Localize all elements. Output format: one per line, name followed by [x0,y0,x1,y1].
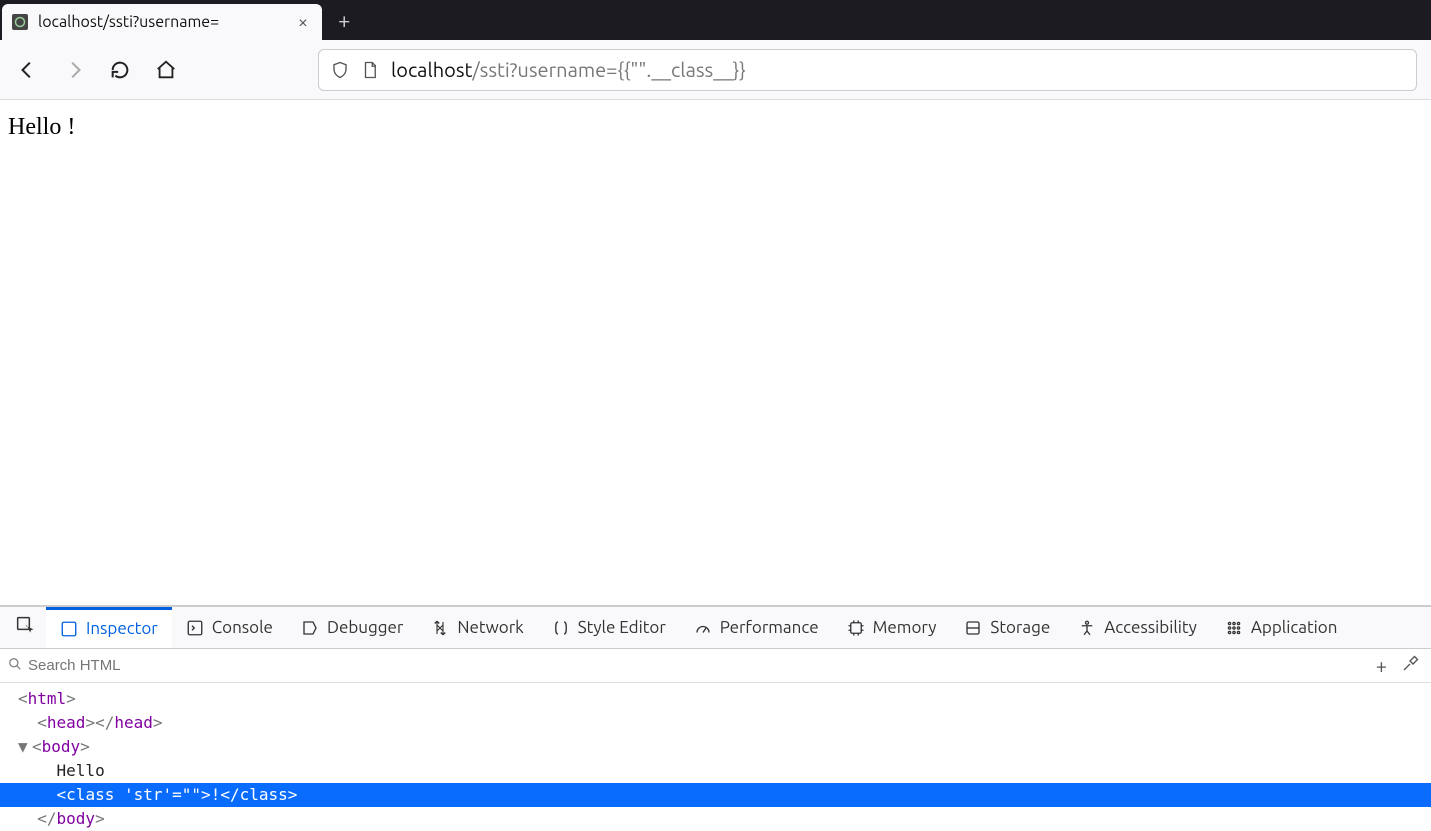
tab-debugger[interactable]: Debugger [287,607,417,648]
new-tab-button[interactable]: + [322,8,366,33]
tab-debugger-label: Debugger [327,618,403,637]
url-path: /ssti?username={{"".__class__}} [472,58,745,81]
tab-network-label: Network [457,618,523,637]
tab-favicon [12,14,28,30]
tab-memory-label: Memory [873,618,937,637]
tab-performance[interactable]: Performance [680,607,833,648]
url-bar[interactable]: localhost/ssti?username={{"".__class__}} [318,49,1417,91]
forward-button[interactable] [60,56,88,84]
tab-storage[interactable]: Storage [950,607,1064,648]
devtools-tabbar: Inspector Console Debugger Network Style… [0,607,1431,649]
devtools-search-bar: + [0,649,1431,683]
tab-accessibility[interactable]: Accessibility [1064,607,1211,648]
tab-style-editor[interactable]: Style Editor [538,607,680,648]
tab-inspector[interactable]: Inspector [46,607,172,648]
tree-line-selected[interactable]: <class 'str'="">!</class> [0,783,1431,807]
tab-storage-label: Storage [990,618,1050,637]
tab-bar: localhost/ssti?username= × + [0,0,1431,40]
url-host: localhost [391,58,472,81]
tab-inspector-label: Inspector [86,619,158,638]
page-icon [361,61,379,79]
tree-line[interactable]: <head></head> [0,711,1431,735]
home-button[interactable] [152,56,180,84]
tree-line[interactable]: </body> [0,807,1431,831]
expand-toggle-icon[interactable]: ▼ [18,735,32,759]
shield-icon [331,61,349,79]
tab-console-label: Console [212,618,273,637]
nav-toolbar: localhost/ssti?username={{"".__class__}} [0,40,1431,100]
devtools-panel: Inspector Console Debugger Network Style… [0,605,1431,831]
tab-title: localhost/ssti?username= [38,13,292,31]
url-text: localhost/ssti?username={{"".__class__}} [391,58,746,81]
html-tree[interactable]: <html> <head></head> ▼ <body> Hello <cla… [0,683,1431,831]
tab-close-icon[interactable]: × [292,12,314,32]
element-picker-icon[interactable] [6,616,46,640]
tab-application-label: Application [1251,618,1338,637]
tab-memory[interactable]: Memory [833,607,951,648]
browser-tab[interactable]: localhost/ssti?username= × [2,4,322,40]
tree-line[interactable]: <html> [0,687,1431,711]
tab-application[interactable]: Application [1211,607,1352,648]
tab-performance-label: Performance [720,618,819,637]
tab-accessibility-label: Accessibility [1104,618,1197,637]
page-body-text: Hello ! [8,114,75,140]
tab-network[interactable]: Network [417,607,537,648]
tab-style-label: Style Editor [578,618,666,637]
reload-button[interactable] [106,56,134,84]
tab-console[interactable]: Console [172,607,287,648]
eyedropper-icon[interactable] [1401,654,1419,677]
search-html-input[interactable] [28,657,1364,674]
add-node-button[interactable]: + [1376,654,1387,677]
search-icon [0,657,28,675]
tree-line[interactable]: ▼ <body> [0,735,1431,759]
tree-line[interactable]: Hello [0,759,1431,783]
back-button[interactable] [14,56,42,84]
page-content: Hello ! [0,100,1431,605]
